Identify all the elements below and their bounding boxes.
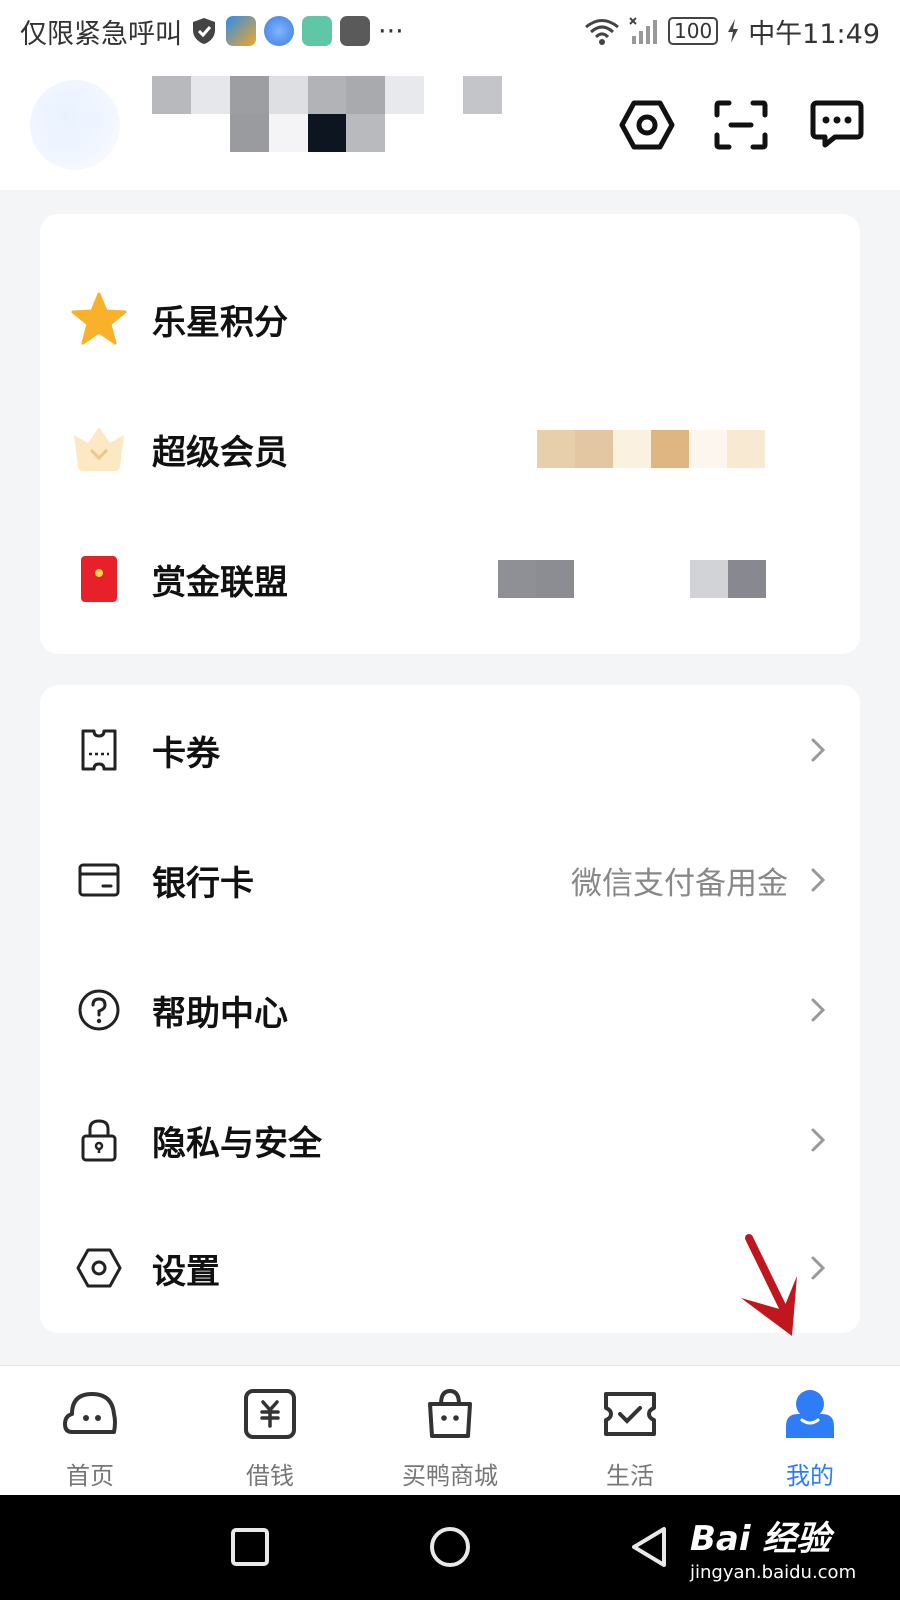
ticket-check-icon [604, 1392, 656, 1436]
tab-borrow[interactable]: 借钱 [180, 1366, 360, 1496]
chevron-right-icon [808, 865, 828, 895]
member-info-redacted [537, 430, 765, 468]
square-icon [231, 1528, 269, 1566]
settings-icon [70, 1239, 128, 1297]
charging-icon [728, 19, 739, 43]
chevron-right-icon [808, 735, 828, 765]
system-nav-bar: Bai 经验 jingyan.baidu.com [0, 1495, 900, 1600]
wifi-icon [585, 19, 619, 45]
home-cloud-icon [63, 1392, 117, 1434]
watermark-url: jingyan.baidu.com [690, 1562, 857, 1583]
chevron-right-icon [808, 1125, 828, 1155]
tab-borrow-label: 借钱 [246, 1462, 294, 1490]
help-icon [70, 981, 128, 1039]
tab-life[interactable]: 生活 [540, 1366, 720, 1496]
bank-card-icon [70, 851, 128, 909]
yuan-box-icon [244, 1389, 296, 1439]
chevron-right-icon [808, 995, 828, 1025]
carrier-text: 仅限紧急呼叫 [20, 18, 182, 50]
browser-notification-icon [264, 16, 294, 46]
home-button[interactable] [420, 1517, 480, 1577]
privacy-security-row[interactable]: 隐私与安全 [40, 1075, 860, 1205]
user-icon [786, 1390, 834, 1438]
owl-app-notification-icon [302, 16, 332, 46]
scan-icon[interactable] [712, 96, 770, 154]
bounty-league-label: 赏金联盟 [152, 562, 288, 603]
bounty-info-redacted-1 [498, 560, 574, 598]
coupons-row[interactable]: 卡券 [40, 685, 860, 815]
more-notifications: ··· [378, 15, 404, 47]
chevron-right-icon [808, 1253, 828, 1283]
tab-mine-label: 我的 [786, 1462, 834, 1490]
app-notification-icon [226, 16, 256, 46]
points-row[interactable]: 乐星积分 [40, 254, 860, 384]
points-label: 乐星积分 [152, 302, 288, 343]
tab-home[interactable]: 首页 [0, 1366, 180, 1496]
shopping-bag-icon [428, 1388, 472, 1438]
bounty-league-row[interactable]: 赏金联盟 [40, 514, 860, 644]
shield-icon [193, 18, 215, 44]
help-center-row[interactable]: 帮助中心 [40, 945, 860, 1075]
back-button[interactable] [620, 1517, 680, 1577]
username-redacted [152, 76, 502, 152]
red-envelope-icon [70, 550, 128, 608]
rewards-card: 乐星积分 超级会员 赏金联盟 [40, 214, 860, 654]
annotation-arrow-icon [741, 1234, 797, 1336]
back-triangle-icon [632, 1527, 666, 1567]
profile-header [0, 62, 900, 190]
clock: 中午11:49 [748, 18, 880, 50]
ticket-icon [70, 721, 128, 779]
settings-hex-icon[interactable] [618, 96, 676, 154]
coupons-label: 卡券 [152, 733, 220, 774]
bounty-info-redacted-2 [690, 560, 766, 598]
bank-card-row[interactable]: 银行卡 微信支付备用金 [40, 815, 860, 945]
status-bar: 仅限紧急呼叫 ··· 100 中午11:49 [0, 0, 900, 62]
tab-mine[interactable]: 我的 [720, 1366, 900, 1496]
circle-icon [430, 1527, 470, 1567]
message-icon[interactable] [808, 96, 866, 154]
recents-button[interactable] [220, 1517, 280, 1577]
tab-mall[interactable]: 买鸭商城 [360, 1366, 540, 1496]
star-icon [70, 290, 128, 348]
super-member-row[interactable]: 超级会员 [40, 384, 860, 514]
bottom-tab-bar: 首页 借钱 买鸭商城 生活 我的 [0, 1365, 900, 1495]
lock-icon [70, 1111, 128, 1169]
no-signal-icon [629, 17, 657, 44]
watermark-brand: Bai 经验 [690, 1519, 831, 1559]
avatar[interactable] [30, 80, 120, 170]
help-center-label: 帮助中心 [152, 993, 288, 1034]
super-member-label: 超级会员 [152, 432, 288, 473]
settings-label: 设置 [152, 1251, 220, 1292]
tab-life-label: 生活 [606, 1462, 654, 1490]
baidu-watermark: Bai 经验 jingyan.baidu.com [690, 1511, 856, 1583]
bank-card-value: 微信支付备用金 [571, 865, 788, 902]
tab-home-label: 首页 [66, 1462, 114, 1490]
heart-app-notification-icon [340, 16, 370, 46]
tab-mall-label: 买鸭商城 [402, 1462, 498, 1490]
privacy-security-label: 隐私与安全 [152, 1123, 322, 1164]
crown-icon [70, 420, 128, 478]
bank-card-label: 银行卡 [152, 863, 254, 904]
battery-indicator: 100 [668, 17, 719, 45]
